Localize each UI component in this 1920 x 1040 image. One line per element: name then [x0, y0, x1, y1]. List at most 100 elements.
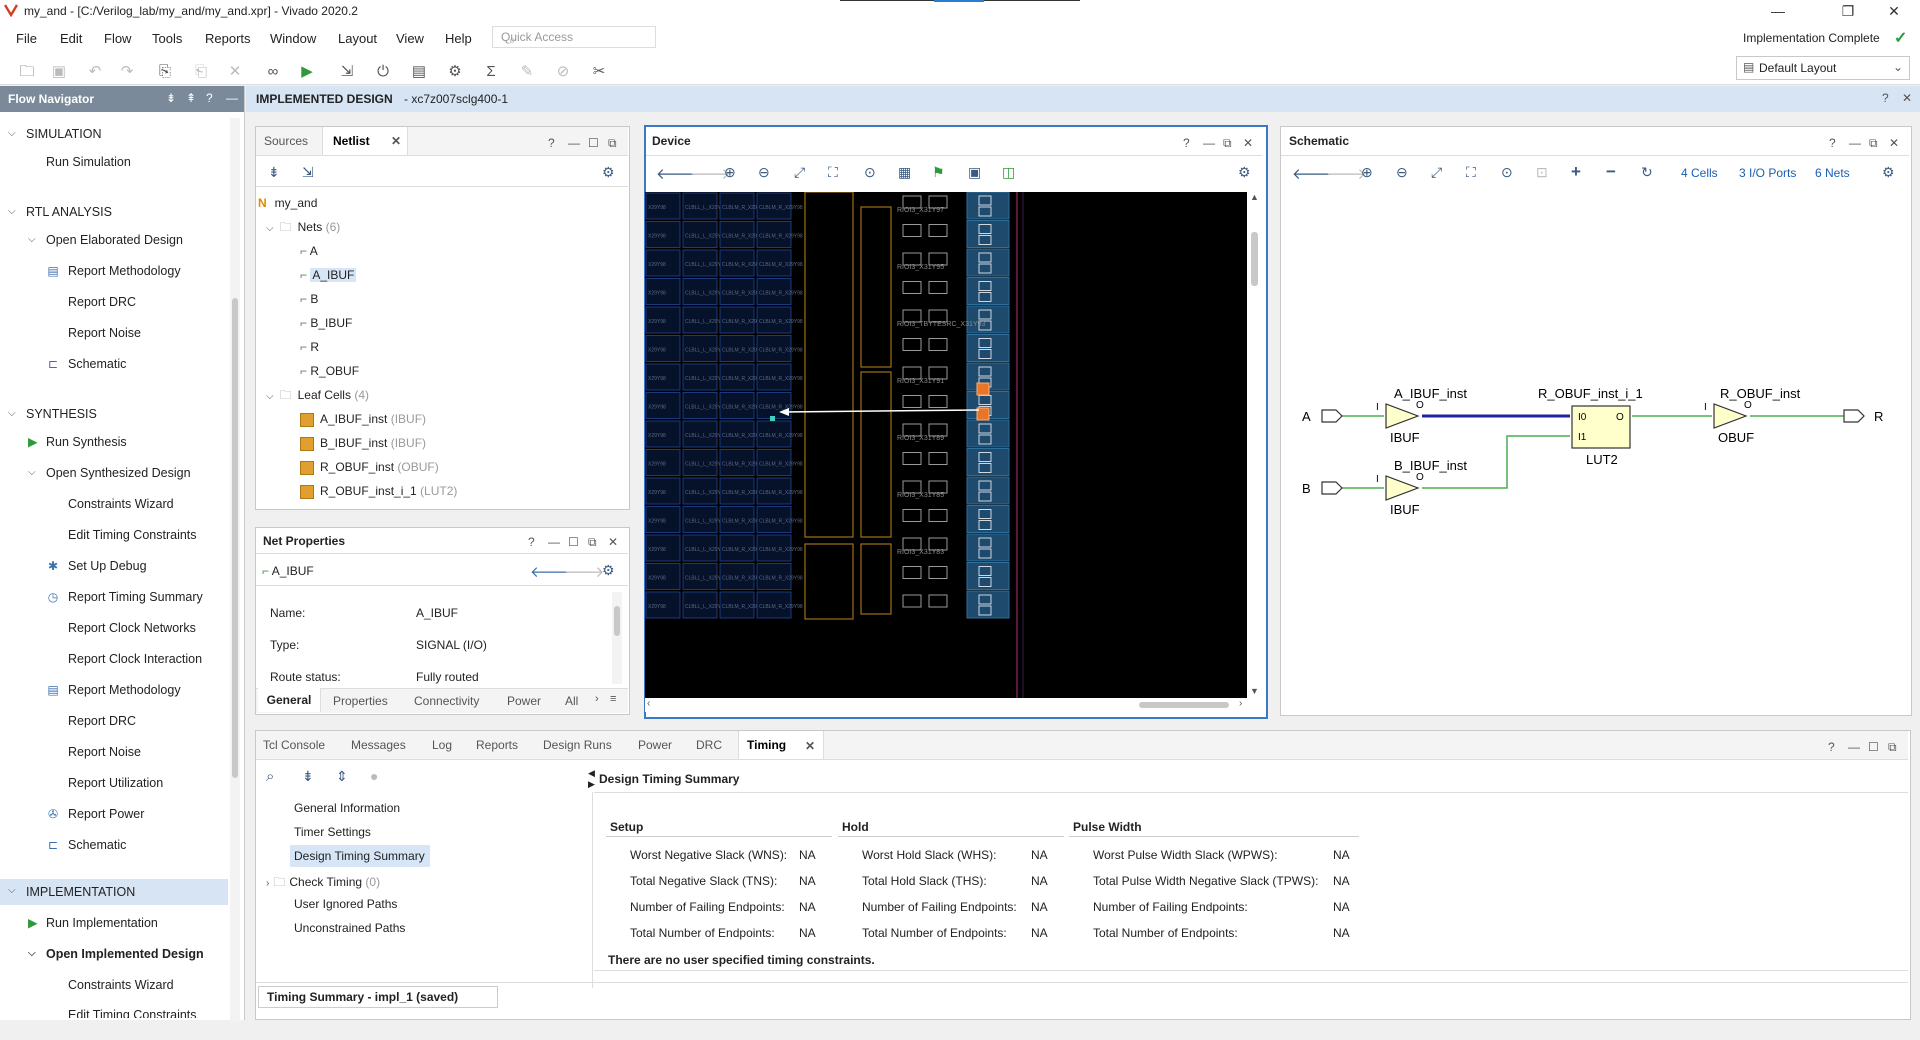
tns-value[interactable]: NA — [799, 874, 816, 888]
tab-connectivity[interactable]: Connectivity — [414, 694, 479, 708]
maximize-icon[interactable]: ☐ — [1868, 740, 1879, 754]
wns-value[interactable]: NA — [799, 848, 816, 862]
help-icon[interactable]: ? — [1828, 740, 1835, 754]
maximize-icon[interactable]: ☐ — [588, 136, 599, 150]
section-synthesis[interactable]: ⌵ SYNTHESIS — [0, 402, 228, 426]
refresh-icon[interactable]: ↻ — [1641, 164, 1653, 181]
undo-icon[interactable]: ↶ — [84, 62, 106, 82]
zoom-area-icon[interactable]: ⛶ — [828, 164, 838, 181]
zoom-out-icon[interactable]: ⊖ — [1396, 164, 1408, 181]
help-icon[interactable]: ? — [1882, 91, 1889, 105]
float-icon[interactable]: ⧉ — [608, 136, 617, 151]
device-view[interactable]: X29Y98 CLBLL_L_X29Y98 CLBLM_R_X29Y98 CLBLM_… — [645, 192, 1247, 698]
syn-report-power[interactable]: ✇ Report Power — [0, 802, 228, 826]
zoom-fit-icon[interactable]: ⤢ — [1431, 164, 1442, 181]
tab-design-runs[interactable]: Design Runs — [543, 738, 612, 752]
float-icon[interactable]: ⧉ — [588, 535, 597, 550]
cell-r-obuf-inst-i-1[interactable]: R_OBUF_inst_i_1 (LUT2) — [300, 479, 457, 503]
minimize-icon[interactable]: — — [1768, 2, 1788, 20]
stop-icon[interactable]: ● — [370, 768, 378, 784]
open-implemented-design[interactable]: ⌵ Open Implemented Design — [0, 942, 228, 966]
expand-plus-icon[interactable]: + — [1571, 162, 1581, 182]
help-icon[interactable]: ? — [1829, 136, 1836, 150]
float-icon[interactable]: ⧉ — [1888, 740, 1897, 755]
scroll-left-icon[interactable]: ‹ — [647, 698, 650, 709]
syn-report-timing-summary[interactable]: ◷ Report Timing Summary — [0, 585, 228, 609]
timing-tree-design-timing-summary[interactable]: Design Timing Summary — [294, 849, 425, 863]
setup-total-value[interactable]: NA — [799, 926, 816, 940]
routing-icon[interactable]: ▦ — [898, 164, 911, 181]
section-implementation[interactable]: ⌵ IMPLEMENTATION — [0, 879, 228, 905]
tpws-value[interactable]: NA — [1333, 874, 1350, 888]
copy-icon[interactable]: ⎘ — [154, 62, 176, 82]
minimize-panel-icon[interactable]: — — [226, 91, 238, 105]
schematic-canvas[interactable]: A B R A_IBUF_inst B_IBUF_inst R_OBUF_ins… — [1282, 192, 1908, 700]
b-ibuf-shape[interactable] — [1385, 475, 1420, 501]
collapse-all-icon[interactable]: ⇟ — [166, 91, 176, 105]
help-icon[interactable]: ? — [206, 91, 213, 105]
gear-icon[interactable]: ⚙ — [602, 562, 615, 579]
tab-scroll-right-icon[interactable]: › — [595, 693, 599, 705]
help-icon[interactable]: ? — [548, 136, 555, 150]
menu-tools[interactable]: Tools — [152, 31, 182, 46]
binoculars-icon[interactable]: ∞ — [262, 62, 284, 82]
reset-icon[interactable]: ⏻ — [372, 62, 394, 82]
tab-power[interactable]: Power — [638, 738, 672, 752]
net-b[interactable]: ⌐ B — [300, 287, 318, 311]
tab-sources[interactable]: Sources — [264, 134, 308, 148]
expand-all-icon[interactable]: ⇕ — [336, 768, 348, 785]
scroll-down-icon[interactable]: ▼ — [1250, 686, 1259, 696]
tree-top-my-and[interactable]: Nmy_and — [258, 191, 317, 215]
run-synthesis[interactable]: ▶ Run Synthesis — [0, 430, 228, 454]
syn-report-methodology[interactable]: ▤ Report Methodology — [0, 678, 228, 702]
tab-netlist[interactable]: Netlist ✕ — [322, 127, 408, 155]
layout-select[interactable]: ▤ Default Layout ⌄ — [1736, 56, 1910, 80]
regenerate-icon[interactable]: ⊡ — [1536, 164, 1548, 181]
minimize-icon[interactable]: — — [548, 535, 560, 549]
close-icon[interactable]: ✕ — [1902, 91, 1912, 105]
timing-tree-general[interactable]: General Information — [294, 801, 400, 815]
auto-fit-icon[interactable]: ⊙ — [1501, 164, 1513, 181]
menu-help[interactable]: Help — [445, 31, 472, 46]
device-vscrollbar[interactable]: ▲ ▼ — [1248, 192, 1262, 698]
open-synthesized-design[interactable]: ⌵ Open Synthesized Design — [0, 461, 228, 485]
gear-icon[interactable]: ⚙ — [602, 164, 615, 181]
expand-icon[interactable]: ⇲ — [302, 164, 314, 181]
gear-icon[interactable]: ⚙ — [1238, 164, 1251, 181]
tab-all[interactable]: All — [565, 694, 578, 708]
forward-arrow-icon[interactable]: 🡒 — [564, 562, 604, 581]
collapse-all-icon[interactable]: ⇟ — [302, 768, 314, 785]
tab-timing[interactable]: Timing ✕ — [738, 731, 824, 759]
cross-tool-icon[interactable]: ✂ — [588, 62, 610, 82]
net-a[interactable]: ⌐ A — [300, 239, 318, 263]
net-a-ibuf[interactable]: ⌐ A_IBUF — [300, 263, 357, 287]
close-icon[interactable]: ✕ — [1889, 136, 1899, 150]
scroll-right-icon[interactable]: › — [1239, 698, 1242, 709]
highlight-icon[interactable]: ◫ — [1002, 164, 1015, 181]
tab-drc[interactable]: DRC — [696, 738, 722, 752]
tab-messages[interactable]: Messages — [351, 738, 406, 752]
timing-tree-unconstrained[interactable]: Unconstrained Paths — [294, 921, 405, 935]
flow-navigator-scrollbar[interactable] — [230, 118, 240, 1022]
help-icon[interactable]: ? — [1183, 136, 1190, 150]
cells-link[interactable]: 4 Cells — [1681, 166, 1718, 180]
port-b-shape[interactable] — [1321, 481, 1343, 495]
menu-flow[interactable]: Flow — [104, 31, 131, 46]
menu-edit[interactable]: Edit — [60, 31, 82, 46]
syn-schematic[interactable]: ⊏ Schematic — [0, 833, 228, 857]
run-simulation[interactable]: Run Simulation — [46, 150, 274, 174]
timing-summary-tab[interactable]: Timing Summary - impl_1 (saved) — [258, 986, 498, 1008]
properties-scrollbar[interactable] — [612, 592, 622, 684]
zoom-area-icon[interactable]: ⛶ — [1466, 164, 1476, 181]
port-a-shape[interactable] — [1321, 409, 1343, 423]
report-icon[interactable]: ▤ — [408, 62, 430, 82]
a-ibuf-shape[interactable] — [1385, 403, 1420, 429]
hold-total-value[interactable]: NA — [1031, 926, 1048, 940]
select-icon[interactable]: ▣ — [968, 164, 981, 181]
maximize-icon[interactable]: ☐ — [568, 535, 579, 549]
step-icon[interactable]: ⇲ — [336, 62, 358, 82]
save-icon[interactable]: ▣ — [48, 62, 70, 82]
setup-failing-value[interactable]: NA — [799, 900, 816, 914]
minimize-icon[interactable]: — — [568, 136, 580, 150]
pulse-failing-value[interactable]: NA — [1333, 900, 1350, 914]
